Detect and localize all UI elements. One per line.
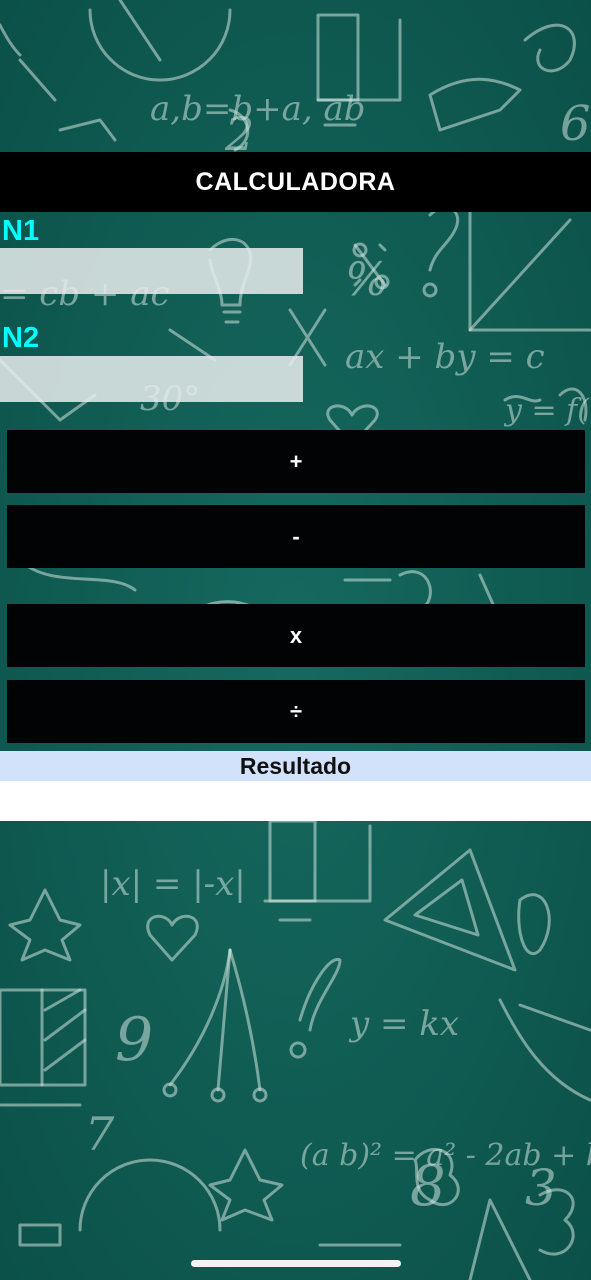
svg-text:3: 3 [525,1159,557,1217]
svg-text:8: 8 [410,1154,446,1219]
svg-text:7: 7 [85,1107,115,1161]
page-title: CALCULADORA [195,167,396,196]
svg-text:6: 6 [560,96,591,152]
result-label: Resultado [239,752,352,779]
title-bar: CALCULADORA [0,152,591,212]
svg-text:|x| = |-x|: |x| = |-x| [100,864,246,904]
n2-input[interactable] [0,356,303,402]
result-label-bar: Resultado [0,751,591,781]
svg-text:y = kx: y = kx [348,1004,459,1044]
result-output [0,781,591,821]
add-button[interactable]: + [7,430,585,493]
svg-text:9: 9 [115,1005,153,1075]
n1-label: N1 [2,215,40,247]
home-indicator[interactable] [191,1260,401,1267]
svg-text:%: % [345,252,389,306]
svg-text:y = f(: y = f( [503,393,590,428]
n2-label: N2 [2,322,40,354]
svg-text:ax + by = c: ax + by = c [345,337,545,377]
divide-button[interactable]: ÷ [7,680,585,743]
multiply-button[interactable]: x [7,604,585,667]
svg-text:a,b=b+a, ab: a,b=b+a, ab [150,89,366,129]
subtract-button[interactable]: - [7,505,585,568]
n1-input[interactable] [0,248,303,294]
